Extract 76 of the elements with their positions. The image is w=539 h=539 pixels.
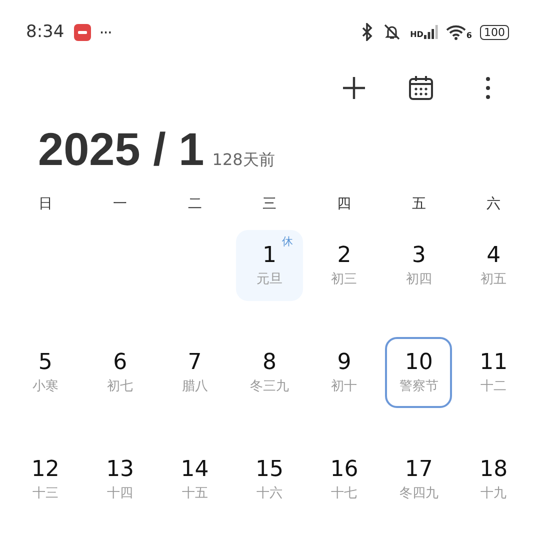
weekday-label: 六: [486, 195, 502, 214]
weekday-label: 四: [336, 195, 352, 214]
day-cell[interactable]: 3 初四: [385, 230, 452, 301]
day-number: 9: [337, 350, 352, 374]
day-number: 4: [486, 244, 501, 268]
day-number: 2: [337, 244, 352, 268]
lunar-date: 冬三九: [250, 378, 289, 394]
lunar-date: 初十: [331, 378, 358, 394]
lunar-date: 十九: [480, 486, 507, 502]
lunar-date: 初三: [331, 272, 358, 288]
day-cell[interactable]: 4 初五: [460, 230, 528, 301]
more-notifications: ···: [99, 22, 112, 42]
month-title: 2025 / 1: [38, 122, 204, 176]
weekday-label: 日: [37, 195, 54, 214]
day-cell[interactable]: 8 冬三九: [236, 337, 303, 408]
app-icon: [74, 24, 92, 40]
lunar-date: 十五: [182, 486, 208, 502]
day-cell[interactable]: 6 初七: [86, 337, 154, 408]
holiday-label: 休: [282, 234, 293, 249]
day-cell[interactable]: 14 十五: [161, 444, 228, 515]
day-cell[interactable]: 17 冬四九: [385, 444, 452, 515]
lunar-date: 十二: [480, 378, 507, 394]
network-label: HD: [410, 30, 424, 39]
lunar-date: 初四: [406, 272, 432, 288]
day-number: 15: [255, 458, 284, 482]
day-cell[interactable]: 休 1 元旦: [236, 230, 303, 301]
day-number: 14: [180, 458, 209, 482]
day-cell[interactable]: 9 初十: [310, 337, 378, 408]
lunar-date: 十四: [107, 486, 134, 502]
day-number: 10: [404, 350, 433, 374]
day-number: 6: [113, 350, 128, 374]
day-number: 16: [330, 458, 358, 482]
day-cell[interactable]: 15 十六: [236, 444, 303, 515]
day-cell[interactable]: 16 十七: [310, 444, 378, 515]
lunar-date: 腊八: [182, 378, 208, 394]
day-cell[interactable]: 13 十四: [86, 444, 154, 515]
weekday-label: 五: [410, 195, 427, 214]
day-cell[interactable]: 11 十二: [460, 337, 528, 408]
lunar-date: 初七: [107, 378, 134, 394]
battery-level: 100: [480, 24, 509, 40]
calendar-icon[interactable]: [407, 74, 435, 102]
lunar-date: 十三: [32, 486, 58, 502]
day-number: 5: [38, 350, 52, 374]
lunar-date: 小寒: [32, 378, 58, 394]
signal-icon: [424, 25, 438, 39]
day-cell[interactable]: 5 小寒: [12, 337, 79, 408]
day-cell[interactable]: 10 警察节: [385, 337, 452, 408]
lunar-date: 警察节: [399, 378, 438, 394]
day-cell[interactable]: 12 十三: [12, 444, 79, 515]
day-cell[interactable]: 7 腊八: [161, 337, 228, 408]
lunar-date: 十六: [256, 486, 282, 502]
day-number: 1: [262, 244, 276, 268]
muted-bell-icon: [382, 23, 402, 41]
wifi-icon: [446, 24, 466, 40]
day-number: 11: [480, 350, 508, 374]
lunar-date: 十七: [331, 486, 358, 502]
lunar-date: 元旦: [256, 272, 282, 288]
day-cell[interactable]: 18 十九: [460, 444, 528, 515]
lunar-date: 冬四九: [399, 486, 438, 502]
lunar-date: 初五: [480, 272, 507, 288]
weekday-label: 二: [186, 195, 203, 214]
day-number: 3: [412, 244, 426, 268]
day-number: 13: [106, 458, 134, 482]
wifi-label: 6: [466, 31, 472, 40]
day-number: 12: [31, 458, 60, 482]
weekday-label: 三: [261, 195, 278, 214]
relative-date: 128天前: [212, 150, 275, 171]
add-icon[interactable]: [340, 74, 368, 102]
day-cell[interactable]: 2 初三: [310, 230, 378, 301]
bluetooth-icon: [360, 23, 374, 41]
day-number: 18: [480, 458, 508, 482]
day-number: 17: [404, 458, 433, 482]
day-number: 7: [188, 350, 202, 374]
weekday-label: 一: [112, 195, 128, 214]
status-time: 8:34: [26, 22, 64, 42]
day-number: 8: [262, 350, 276, 374]
